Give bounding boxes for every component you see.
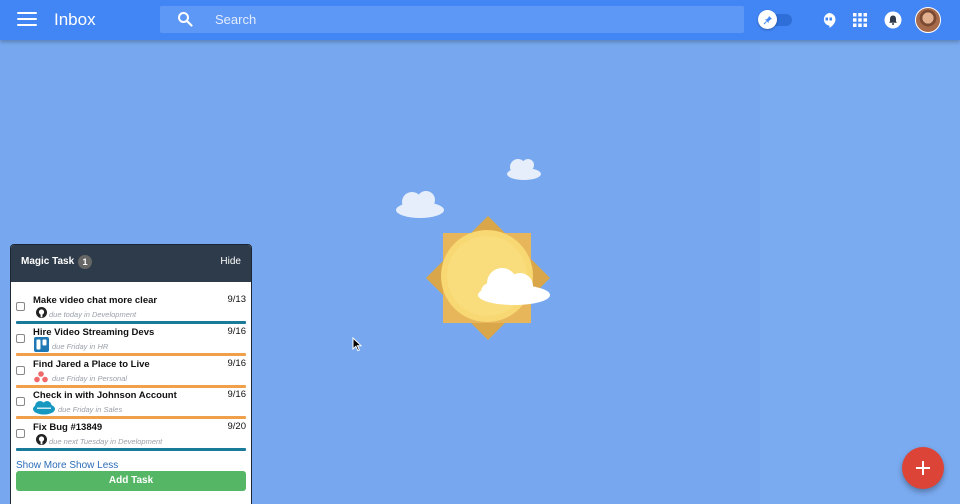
trello-icon xyxy=(34,337,49,352)
task-color-bar xyxy=(16,416,246,419)
task-date: 9/16 xyxy=(227,326,247,337)
task-item[interactable]: Check in with Johnson Account 9/16 due F… xyxy=(11,388,251,419)
show-links: Show More Show Less xyxy=(16,460,118,471)
toggle-knob xyxy=(758,10,777,29)
github-icon xyxy=(36,307,47,318)
search-icon xyxy=(178,12,193,27)
task-checkbox[interactable] xyxy=(16,397,25,406)
task-meta: due Friday in Personal xyxy=(52,374,128,383)
mouse-cursor-icon xyxy=(352,337,362,352)
menu-icon[interactable] xyxy=(17,12,37,28)
panel-header: Magic Task 1 Hide xyxy=(11,245,251,282)
pin-icon xyxy=(763,15,772,24)
task-checkbox[interactable] xyxy=(16,302,25,311)
task-date: 9/16 xyxy=(227,358,247,369)
task-item[interactable]: Hire Video Streaming Devs 9/16 due Frida… xyxy=(11,325,251,356)
notifications-icon[interactable] xyxy=(884,11,902,29)
task-count-badge: 1 xyxy=(78,255,92,269)
hangouts-icon[interactable] xyxy=(820,11,838,29)
app-title: Inbox xyxy=(54,10,96,29)
salesforce-icon xyxy=(33,401,55,415)
task-title[interactable]: Hire Video Streaming Devs xyxy=(33,327,154,338)
background-region xyxy=(760,40,960,504)
weather-illustration xyxy=(396,159,550,340)
apps-grid-icon[interactable] xyxy=(851,11,869,29)
compose-button[interactable] xyxy=(902,447,944,489)
task-item[interactable]: Fix Bug #13849 9/20 due next Tuesday in … xyxy=(11,420,251,451)
plus-icon xyxy=(916,461,930,475)
search-box[interactable] xyxy=(160,6,744,33)
task-color-bar xyxy=(16,448,246,451)
task-meta: due next Tuesday in Development xyxy=(49,437,163,446)
cloud-medium-icon xyxy=(396,191,444,218)
hide-button[interactable]: Hide xyxy=(220,256,241,267)
task-date: 9/20 xyxy=(227,421,247,432)
task-title[interactable]: Find Jared a Place to Live xyxy=(33,359,150,370)
task-meta: due today in Development xyxy=(49,310,137,319)
task-color-bar xyxy=(16,353,246,356)
task-item[interactable]: Find Jared a Place to Live 9/16 due Frid… xyxy=(11,357,251,388)
task-meta: due Friday in HR xyxy=(52,342,109,351)
panel-title: Magic Task xyxy=(21,256,75,267)
github-icon xyxy=(36,434,47,445)
magic-task-panel: Magic Task 1 Hide Make video chat more c… xyxy=(10,244,252,504)
cloud-small-icon xyxy=(507,159,541,180)
task-title[interactable]: Make video chat more clear xyxy=(33,295,157,306)
task-meta: due Friday in Sales xyxy=(58,405,123,414)
show-less-link[interactable]: Show Less xyxy=(69,460,118,471)
avatar[interactable] xyxy=(915,7,941,33)
top-app-bar: Inbox xyxy=(0,0,960,40)
task-date: 9/13 xyxy=(227,294,247,305)
show-more-link[interactable]: Show More xyxy=(16,460,67,471)
task-checkbox[interactable] xyxy=(16,429,25,438)
task-checkbox[interactable] xyxy=(16,366,25,375)
add-task-button[interactable]: Add Task xyxy=(16,471,246,491)
asana-icon xyxy=(34,371,48,383)
task-date: 9/16 xyxy=(227,389,247,400)
task-color-bar xyxy=(16,321,246,324)
task-title[interactable]: Fix Bug #13849 xyxy=(33,422,102,433)
task-item[interactable]: Make video chat more clear 9/13 due toda… xyxy=(11,293,251,324)
pin-toggle[interactable] xyxy=(758,10,794,29)
task-checkbox[interactable] xyxy=(16,334,25,343)
search-input[interactable] xyxy=(215,10,715,29)
